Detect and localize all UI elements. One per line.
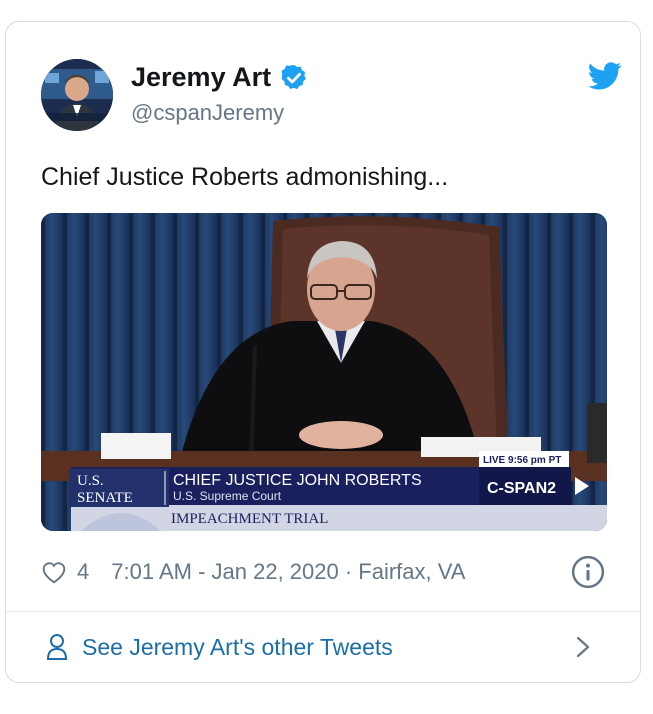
chyron-live-text: LIVE 9:56 pm PT [483, 455, 561, 466]
chyron-name: CHIEF JUSTICE JOHN ROBERTS [173, 472, 422, 489]
author-handle[interactable]: @cspanJeremy [131, 100, 284, 126]
tweet-timestamp[interactable]: 7:01 AM - Jan 22, 2020 · Fairfax, VA [111, 559, 465, 585]
divider [6, 611, 640, 612]
tweet-meta: 4 7:01 AM - Jan 22, 2020 · Fairfax, VA [41, 557, 465, 587]
tweet-media[interactable]: LIVE 9:56 pm PT U.S. SENATE CHIEF JUSTIC… [41, 213, 607, 531]
twitter-bird-icon[interactable] [588, 62, 622, 90]
tweet-text: Chief Justice Roberts admonishing... [41, 163, 449, 191]
chyron-org-line1: U.S. [77, 473, 104, 489]
avatar[interactable] [41, 59, 113, 131]
tweet-card: Jeremy Art @cspanJeremy Chief Justice Ro… [5, 21, 641, 683]
heart-icon[interactable] [41, 560, 67, 584]
chyron-event: IMPEACHMENT TRIAL [171, 511, 328, 527]
see-other-tweets-label[interactable]: See Jeremy Art's other Tweets [82, 634, 393, 661]
author-name-row[interactable]: Jeremy Art [131, 62, 309, 93]
chyron-title: U.S. Supreme Court [173, 489, 282, 503]
like-count[interactable]: 4 [77, 559, 89, 585]
author-name[interactable]: Jeremy Art [131, 62, 271, 93]
chyron-network: C-SPAN2 [487, 480, 556, 497]
person-icon [46, 634, 68, 660]
chevron-right-icon[interactable] [576, 636, 590, 658]
video-frame: LIVE 9:56 pm PT U.S. SENATE CHIEF JUSTIC… [41, 213, 607, 531]
info-icon[interactable] [571, 555, 605, 589]
see-other-tweets-link[interactable]: See Jeremy Art's other Tweets [46, 627, 610, 667]
verified-badge-icon [281, 64, 306, 89]
chyron-org-line2: SENATE [77, 490, 133, 506]
